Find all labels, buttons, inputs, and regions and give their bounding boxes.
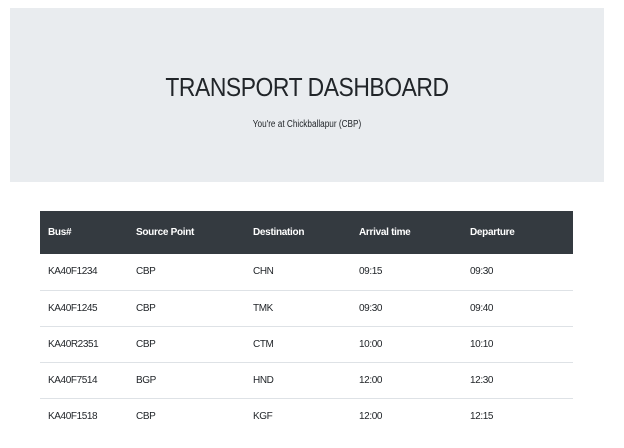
table-header-row: Bus# Source Point Destination Arrival ti… [40,211,573,254]
cell-departure: 09:40 [470,302,494,314]
cell-source-point: CBP [136,302,156,314]
cell-source-point: CBP [136,410,156,422]
cell-destination: HND [253,374,274,386]
cell-departure: 12:30 [470,374,494,386]
column-header-source-point: Source Point [136,227,195,238]
page-title: TRANSPORT DASHBOARD [165,72,449,102]
table-row: KA40R2351 CBP CTM 10:00 10:10 [40,326,573,362]
cell-bus-number: KA40F1234 [48,266,98,278]
cell-bus-number: KA40F7514 [48,374,98,386]
bus-schedule-table: Bus# Source Point Destination Arrival ti… [40,211,573,434]
cell-bus-number: KA40R2351 [48,338,99,350]
cell-arrival-time: 12:00 [359,374,383,386]
cell-destination: CHN [253,266,274,278]
cell-destination: CTM [253,338,274,350]
cell-departure: 09:30 [470,266,494,278]
location-subtitle: You're at Chickballapur (CBP) [252,119,362,130]
table-body: KA40F1234 CBP CHN 09:15 09:30 KA40F1245 … [40,254,573,434]
table-row: KA40F1245 CBP TMK 09:30 09:40 [40,290,573,326]
cell-bus-number: KA40F1245 [48,302,98,314]
cell-source-point: CBP [136,338,156,350]
table-header: Bus# Source Point Destination Arrival ti… [40,211,573,254]
cell-arrival-time: 09:15 [359,266,383,278]
cell-arrival-time: 12:00 [359,410,383,422]
cell-destination: KGF [253,410,273,422]
table-row: KA40F7514 BGP HND 12:00 12:30 [40,362,573,398]
column-header-arrival-time: Arrival time [359,227,411,238]
cell-arrival-time: 10:00 [359,338,383,350]
cell-source-point: CBP [136,266,156,278]
cell-source-point: BGP [136,374,156,386]
dashboard-header: TRANSPORT DASHBOARD You're at Chickballa… [10,8,604,182]
cell-bus-number: KA40F1518 [48,410,98,422]
column-header-departure: Departure [470,227,515,238]
table-row: KA40F1234 CBP CHN 09:15 09:30 [40,254,573,290]
bus-schedule-table-container: Bus# Source Point Destination Arrival ti… [40,211,573,434]
cell-departure: 10:10 [470,338,494,350]
cell-arrival-time: 09:30 [359,302,383,314]
cell-departure: 12:15 [470,410,494,422]
table-row: KA40F1518 CBP KGF 12:00 12:15 [40,398,573,434]
cell-destination: TMK [253,302,273,314]
column-header-destination: Destination [253,227,305,238]
column-header-bus-number: Bus# [48,227,72,238]
